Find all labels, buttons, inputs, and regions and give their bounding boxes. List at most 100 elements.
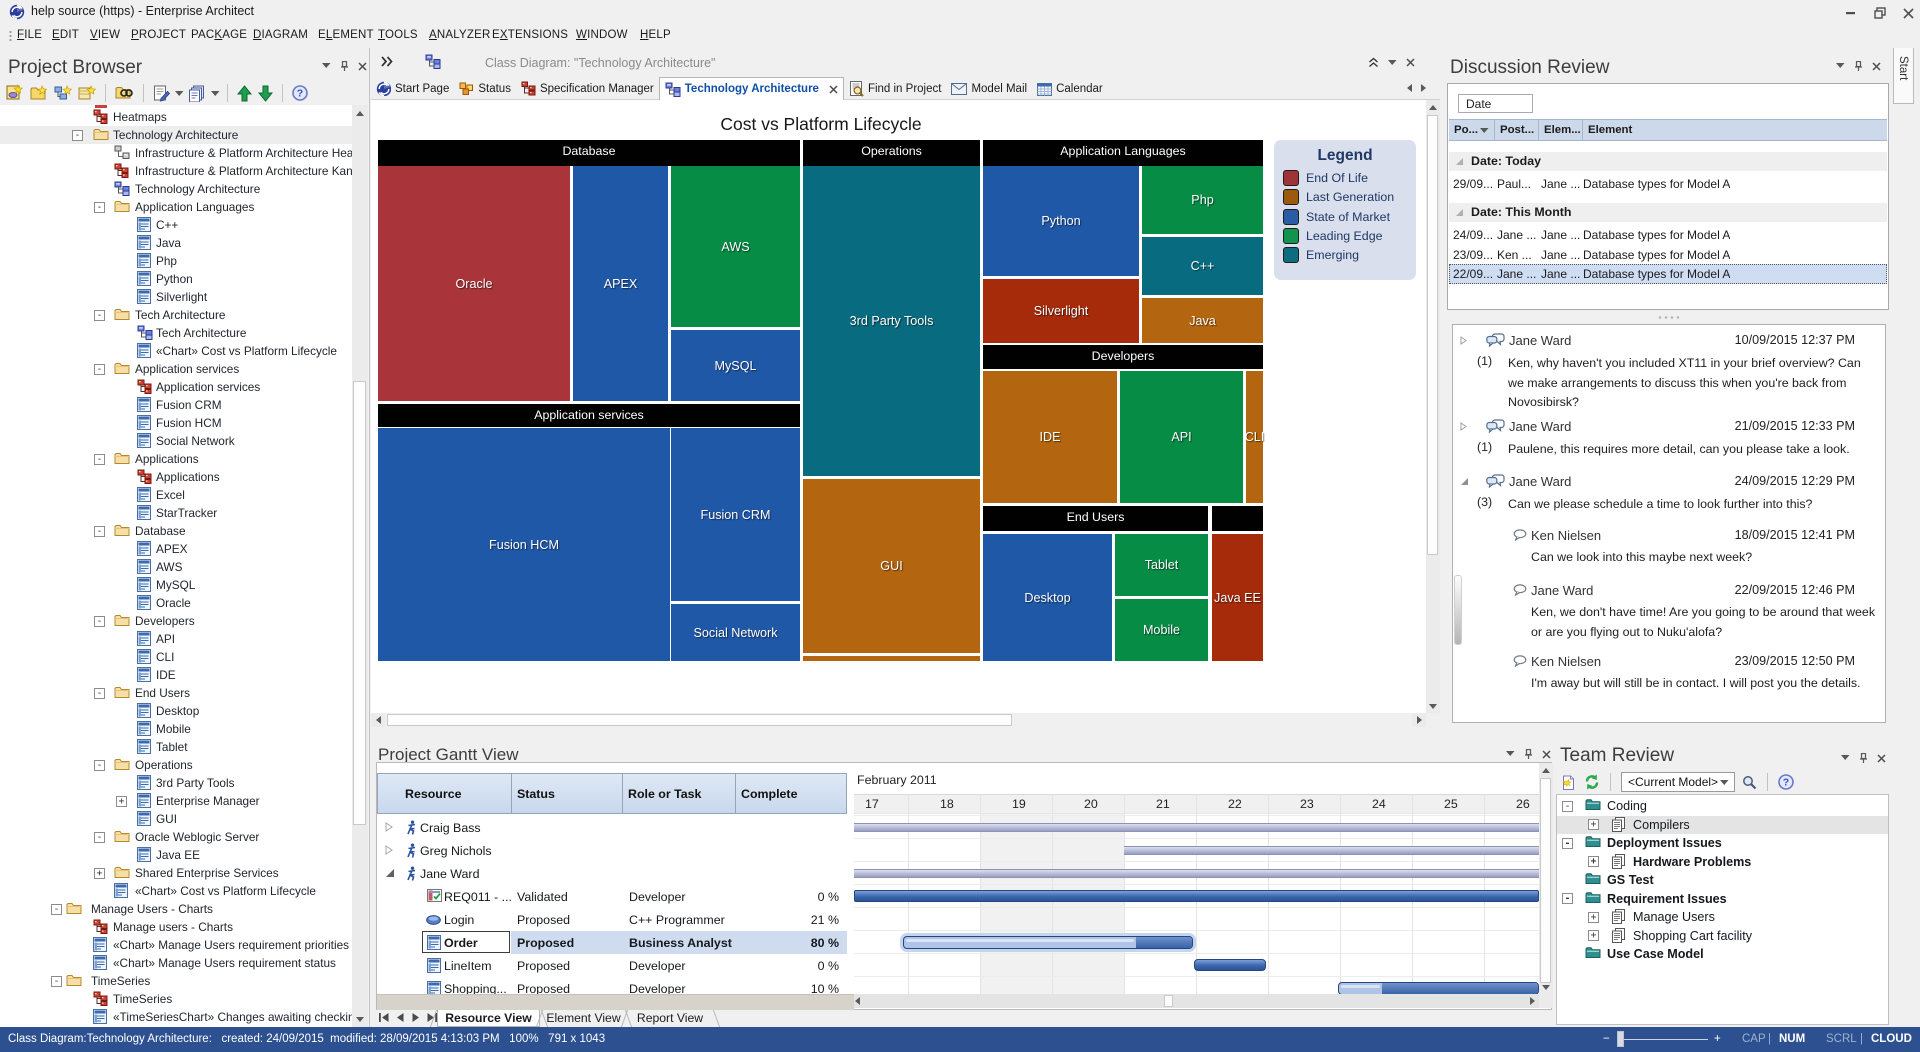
tree-item-python[interactable]: Python [0, 270, 352, 288]
tree-item-php[interactable]: Php [0, 252, 352, 270]
group-header-date-today[interactable]: Date: Today [1449, 152, 1887, 171]
treemap-cell-python[interactable]: Python [983, 166, 1139, 276]
collapse-toggle[interactable] [72, 130, 83, 141]
treemap-cell-ide[interactable]: IDE [983, 371, 1117, 503]
messages-scrollbar-thumb[interactable] [1454, 575, 1462, 645]
treemap-cell-cli[interactable]: CLI [1246, 371, 1263, 503]
treemap-cell-gui[interactable]: GUI [803, 479, 980, 653]
collapse-toggle[interactable] [94, 202, 105, 213]
expand-toggle[interactable] [116, 796, 127, 807]
team-menu-icon[interactable] [1841, 755, 1850, 761]
team-item-requirement-issues[interactable]: Requirement Issues [1557, 890, 1888, 909]
treemap-cell-java[interactable]: Java [1142, 298, 1263, 343]
help-icon[interactable]: ? [292, 85, 308, 101]
team-item-shopping-cart-facility[interactable]: Shopping Cart facility [1557, 927, 1888, 946]
tab-scroll-left-icon[interactable] [1407, 84, 1412, 92]
tree-item-timeseries[interactable]: TimeSeries [0, 990, 352, 1008]
team-item-hardware-problems[interactable]: Hardware Problems [1557, 853, 1888, 872]
tree-item-api[interactable]: API [0, 630, 352, 648]
canvas-hscrollbar[interactable] [371, 713, 1426, 727]
menu-extensions[interactable]: EXTENSIONS [492, 29, 568, 41]
gantt-pin-icon[interactable] [1524, 749, 1533, 759]
new-document-icon[interactable] [1560, 774, 1577, 791]
tree-item-gui[interactable]: GUI [0, 810, 352, 828]
tree-item-silverlight[interactable]: Silverlight [0, 288, 352, 306]
treemap-cell-mobile[interactable]: Mobile [1115, 599, 1208, 661]
model-select-combo[interactable]: <Current Model> [1621, 772, 1735, 792]
project-tree-scrollbar-thumb[interactable] [353, 381, 366, 825]
discussion-pin-icon[interactable] [1854, 61, 1863, 71]
gantt-hscrollbar-thumb[interactable] [1164, 995, 1173, 1007]
tree-item-mysql[interactable]: MySQL [0, 576, 352, 594]
help-icon[interactable]: ? [1778, 774, 1794, 790]
collapse-toggle[interactable] [1562, 893, 1573, 904]
menu-tools[interactable]: TOOLS [378, 29, 418, 41]
treemap-cell-mysql[interactable]: MySQL [671, 330, 800, 401]
team-item-use-case-model[interactable]: Use Case Model [1557, 945, 1888, 964]
copy-docs-icon[interactable] [188, 85, 206, 102]
tree-item-chart-cost-vs-platform-lifecycle[interactable]: «Chart» Cost vs Platform Lifecycle [0, 882, 352, 900]
collapse-toggle[interactable] [94, 526, 105, 537]
treemap-cell-desktop[interactable]: Desktop [983, 534, 1112, 661]
gantt-vscrollbar[interactable] [1539, 763, 1553, 1008]
discussion-row[interactable]: 22/09...Jane ...Jane ...Database types f… [1449, 264, 1887, 284]
restore-button[interactable] [1869, 6, 1891, 20]
treemap-cell-fusion-crm[interactable]: Fusion CRM [671, 428, 800, 601]
tree-item-desktop[interactable]: Desktop [0, 702, 352, 720]
tree-item-end-users[interactable]: End Users [0, 684, 352, 702]
team-item-gs-test[interactable]: GS Test [1557, 871, 1888, 890]
tab-start-page[interactable]: Start Page [371, 77, 454, 100]
tree-item-application-services[interactable]: Application services [0, 378, 352, 396]
combo-caret-icon[interactable] [1720, 780, 1729, 786]
collapse-toggle[interactable] [94, 832, 105, 843]
collapse-toggle[interactable] [94, 688, 105, 699]
tree-item-social-network[interactable]: Social Network [0, 432, 352, 450]
vcr-first-icon[interactable] [379, 1013, 389, 1022]
expand-toggle[interactable] [94, 868, 105, 879]
tab-status[interactable]: Status [454, 77, 516, 100]
new-diagram-icon[interactable] [54, 85, 72, 101]
gantt-column-status[interactable]: Status [511, 773, 623, 814]
collapsed-toggle-icon[interactable] [385, 822, 393, 832]
expand-toggle[interactable] [1588, 912, 1599, 923]
new-element-icon[interactable] [78, 85, 96, 101]
expand-toggle[interactable] [1588, 856, 1599, 867]
gantt-menu-icon[interactable] [1506, 751, 1515, 757]
tree-item-mobile[interactable]: Mobile [0, 720, 352, 738]
tree-item-java-ee[interactable]: Java EE [0, 846, 352, 864]
edit-doc-icon[interactable] [153, 85, 170, 102]
discussion-close-icon[interactable] [1872, 62, 1881, 71]
collapse-toggle[interactable] [94, 616, 105, 627]
view-tab-element-view[interactable]: Element View [543, 1010, 624, 1027]
tree-item-startracker[interactable]: StarTracker [0, 504, 352, 522]
menu-help[interactable]: HELP [640, 29, 671, 41]
new-model-icon[interactable] [6, 84, 24, 102]
canvas-scroll-down-icon[interactable] [1426, 699, 1440, 713]
menu-diagram[interactable]: DIAGRAM [253, 29, 308, 41]
gantt-close-icon[interactable] [1542, 750, 1551, 759]
menu-file[interactable]: FILE [17, 29, 42, 41]
scroll-down-icon[interactable] [352, 1011, 368, 1027]
menu-edit[interactable]: EDIT [52, 29, 79, 41]
collapse-toolbar-icon[interactable] [1368, 57, 1379, 68]
column-header-elem[interactable]: Elem... [1539, 120, 1583, 140]
treemap-cell-tablet[interactable]: Tablet [1115, 534, 1208, 596]
project-browser-close-icon[interactable] [358, 62, 367, 71]
treemap-cell-php[interactable]: Php [1142, 166, 1263, 234]
gantt-bar[interactable] [854, 890, 1539, 902]
expanded-toggle-icon[interactable] [385, 868, 395, 878]
arrow-down-icon[interactable] [258, 85, 273, 102]
team-item-compilers[interactable]: Compilers [1557, 816, 1888, 835]
group-collapse-icon[interactable] [1455, 208, 1464, 217]
treemap-cell-apex[interactable]: APEX [573, 166, 668, 401]
gantt-bar-summary[interactable] [1124, 846, 1539, 855]
zoom-slider-handle[interactable] [1617, 1031, 1624, 1047]
tree-item-shared-enterprise-services[interactable]: Shared Enterprise Services [0, 864, 352, 882]
menu-project[interactable]: PROJECT [131, 29, 186, 41]
tree-item-applications[interactable]: Applications [0, 450, 352, 468]
tree-item-application-services[interactable]: Application services [0, 360, 352, 378]
find-folder-icon[interactable] [115, 85, 134, 101]
tree-item-apex[interactable]: APEX [0, 540, 352, 558]
toolbar-close-icon[interactable] [1406, 58, 1415, 67]
collapse-toggle[interactable] [1562, 838, 1573, 849]
